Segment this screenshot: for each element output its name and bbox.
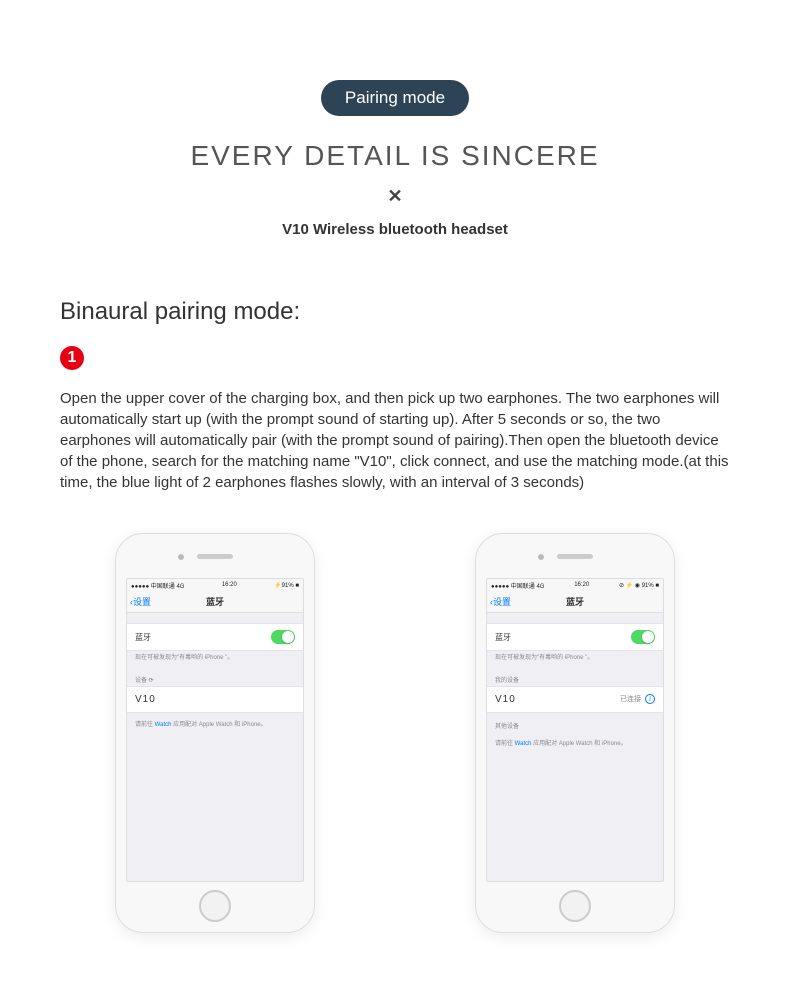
camera-dot-icon: [538, 554, 544, 560]
mode-badge: Pairing mode: [321, 80, 469, 116]
content-section: Binaural pairing mode: 1 Open the upper …: [0, 238, 790, 933]
speaker-icon: [197, 554, 233, 559]
phone-mockups: ●●●●● 中国联通 4G 16:20 ⚡91% ■ ‹ 设置 蓝牙 蓝牙 现在…: [60, 533, 730, 933]
nav-back-label: 设置: [133, 595, 151, 608]
bluetooth-label: 蓝牙: [495, 632, 511, 643]
device-name: V10: [495, 694, 516, 705]
nav-bar: ‹ 设置 蓝牙: [127, 591, 303, 613]
bluetooth-toggle-row[interactable]: 蓝牙: [487, 623, 663, 651]
camera-dot-icon: [178, 554, 184, 560]
nav-back-label: 设置: [493, 595, 511, 608]
divider-cross-icon: ✕: [0, 186, 790, 207]
device-row-v10[interactable]: V10 已连接 i: [487, 686, 663, 713]
status-time: 16:20: [222, 582, 237, 588]
watch-pairing-note: 请前往 Watch 应用配对 Apple Watch 和 iPhone。: [127, 713, 303, 734]
my-devices-group-label: 我的设备: [487, 673, 663, 686]
phone-left-screen: ●●●●● 中国联通 4G 16:20 ⚡91% ■ ‹ 设置 蓝牙 蓝牙 现在…: [126, 578, 304, 882]
status-bar: ●●●●● 中国联通 4G 16:20 ⊘ ⚡ ◉ 91% ■: [487, 579, 663, 591]
device-name: V10: [135, 694, 156, 705]
bluetooth-toggle-row[interactable]: 蓝牙: [127, 623, 303, 651]
devices-group-label: 设备 ⟳: [127, 673, 303, 686]
watch-app-link[interactable]: Watch: [515, 741, 532, 747]
nav-title: 蓝牙: [566, 595, 584, 608]
home-button[interactable]: [199, 890, 231, 922]
nav-bar: ‹ 设置 蓝牙: [487, 591, 663, 613]
instruction-body: Open the upper cover of the charging box…: [60, 388, 730, 493]
status-carrier: ●●●●● 中国联通 4G: [491, 581, 544, 590]
info-icon[interactable]: i: [645, 694, 655, 704]
product-subtitle: V10 Wireless bluetooth headset: [0, 221, 790, 238]
bluetooth-label: 蓝牙: [135, 632, 151, 643]
status-battery: ⚡91% ■: [274, 582, 299, 589]
status-carrier: ●●●●● 中国联通 4G: [131, 581, 184, 590]
header: Pairing mode EVERY DETAIL IS SINCERE ✕ V…: [0, 0, 790, 238]
watch-app-link[interactable]: Watch: [155, 722, 172, 728]
nav-back-button[interactable]: ‹ 设置: [487, 595, 511, 608]
step-number-badge: 1: [60, 346, 84, 370]
home-button[interactable]: [559, 890, 591, 922]
phone-right: ●●●●● 中国联通 4G 16:20 ⊘ ⚡ ◉ 91% ■ ‹ 设置 蓝牙 …: [475, 533, 675, 933]
discoverable-note: 现在可被发现为"有毒哟的 iPhone "。: [487, 651, 663, 667]
device-row-v10[interactable]: V10: [127, 686, 303, 713]
phone-left: ●●●●● 中国联通 4G 16:20 ⚡91% ■ ‹ 设置 蓝牙 蓝牙 现在…: [115, 533, 315, 933]
toggle-on-icon[interactable]: [271, 630, 295, 644]
nav-back-button[interactable]: ‹ 设置: [127, 595, 151, 608]
other-devices-group-label: 其他设备: [487, 719, 663, 732]
nav-title: 蓝牙: [206, 595, 224, 608]
status-bar: ●●●●● 中国联通 4G 16:20 ⚡91% ■: [127, 579, 303, 591]
device-status: 已连接: [620, 694, 641, 704]
discoverable-note: 现在可被发现为"有毒哟的 iPhone "。: [127, 651, 303, 667]
speaker-icon: [557, 554, 593, 559]
main-title: EVERY DETAIL IS SINCERE: [0, 140, 790, 172]
toggle-on-icon[interactable]: [631, 630, 655, 644]
phone-right-screen: ●●●●● 中国联通 4G 16:20 ⊘ ⚡ ◉ 91% ■ ‹ 设置 蓝牙 …: [486, 578, 664, 882]
status-time: 16:20: [574, 582, 589, 588]
status-battery: ⊘ ⚡ ◉ 91% ■: [619, 582, 659, 589]
section-heading: Binaural pairing mode:: [60, 298, 730, 326]
watch-pairing-note: 请前往 Watch 应用配对 Apple Watch 和 iPhone。: [487, 732, 663, 753]
